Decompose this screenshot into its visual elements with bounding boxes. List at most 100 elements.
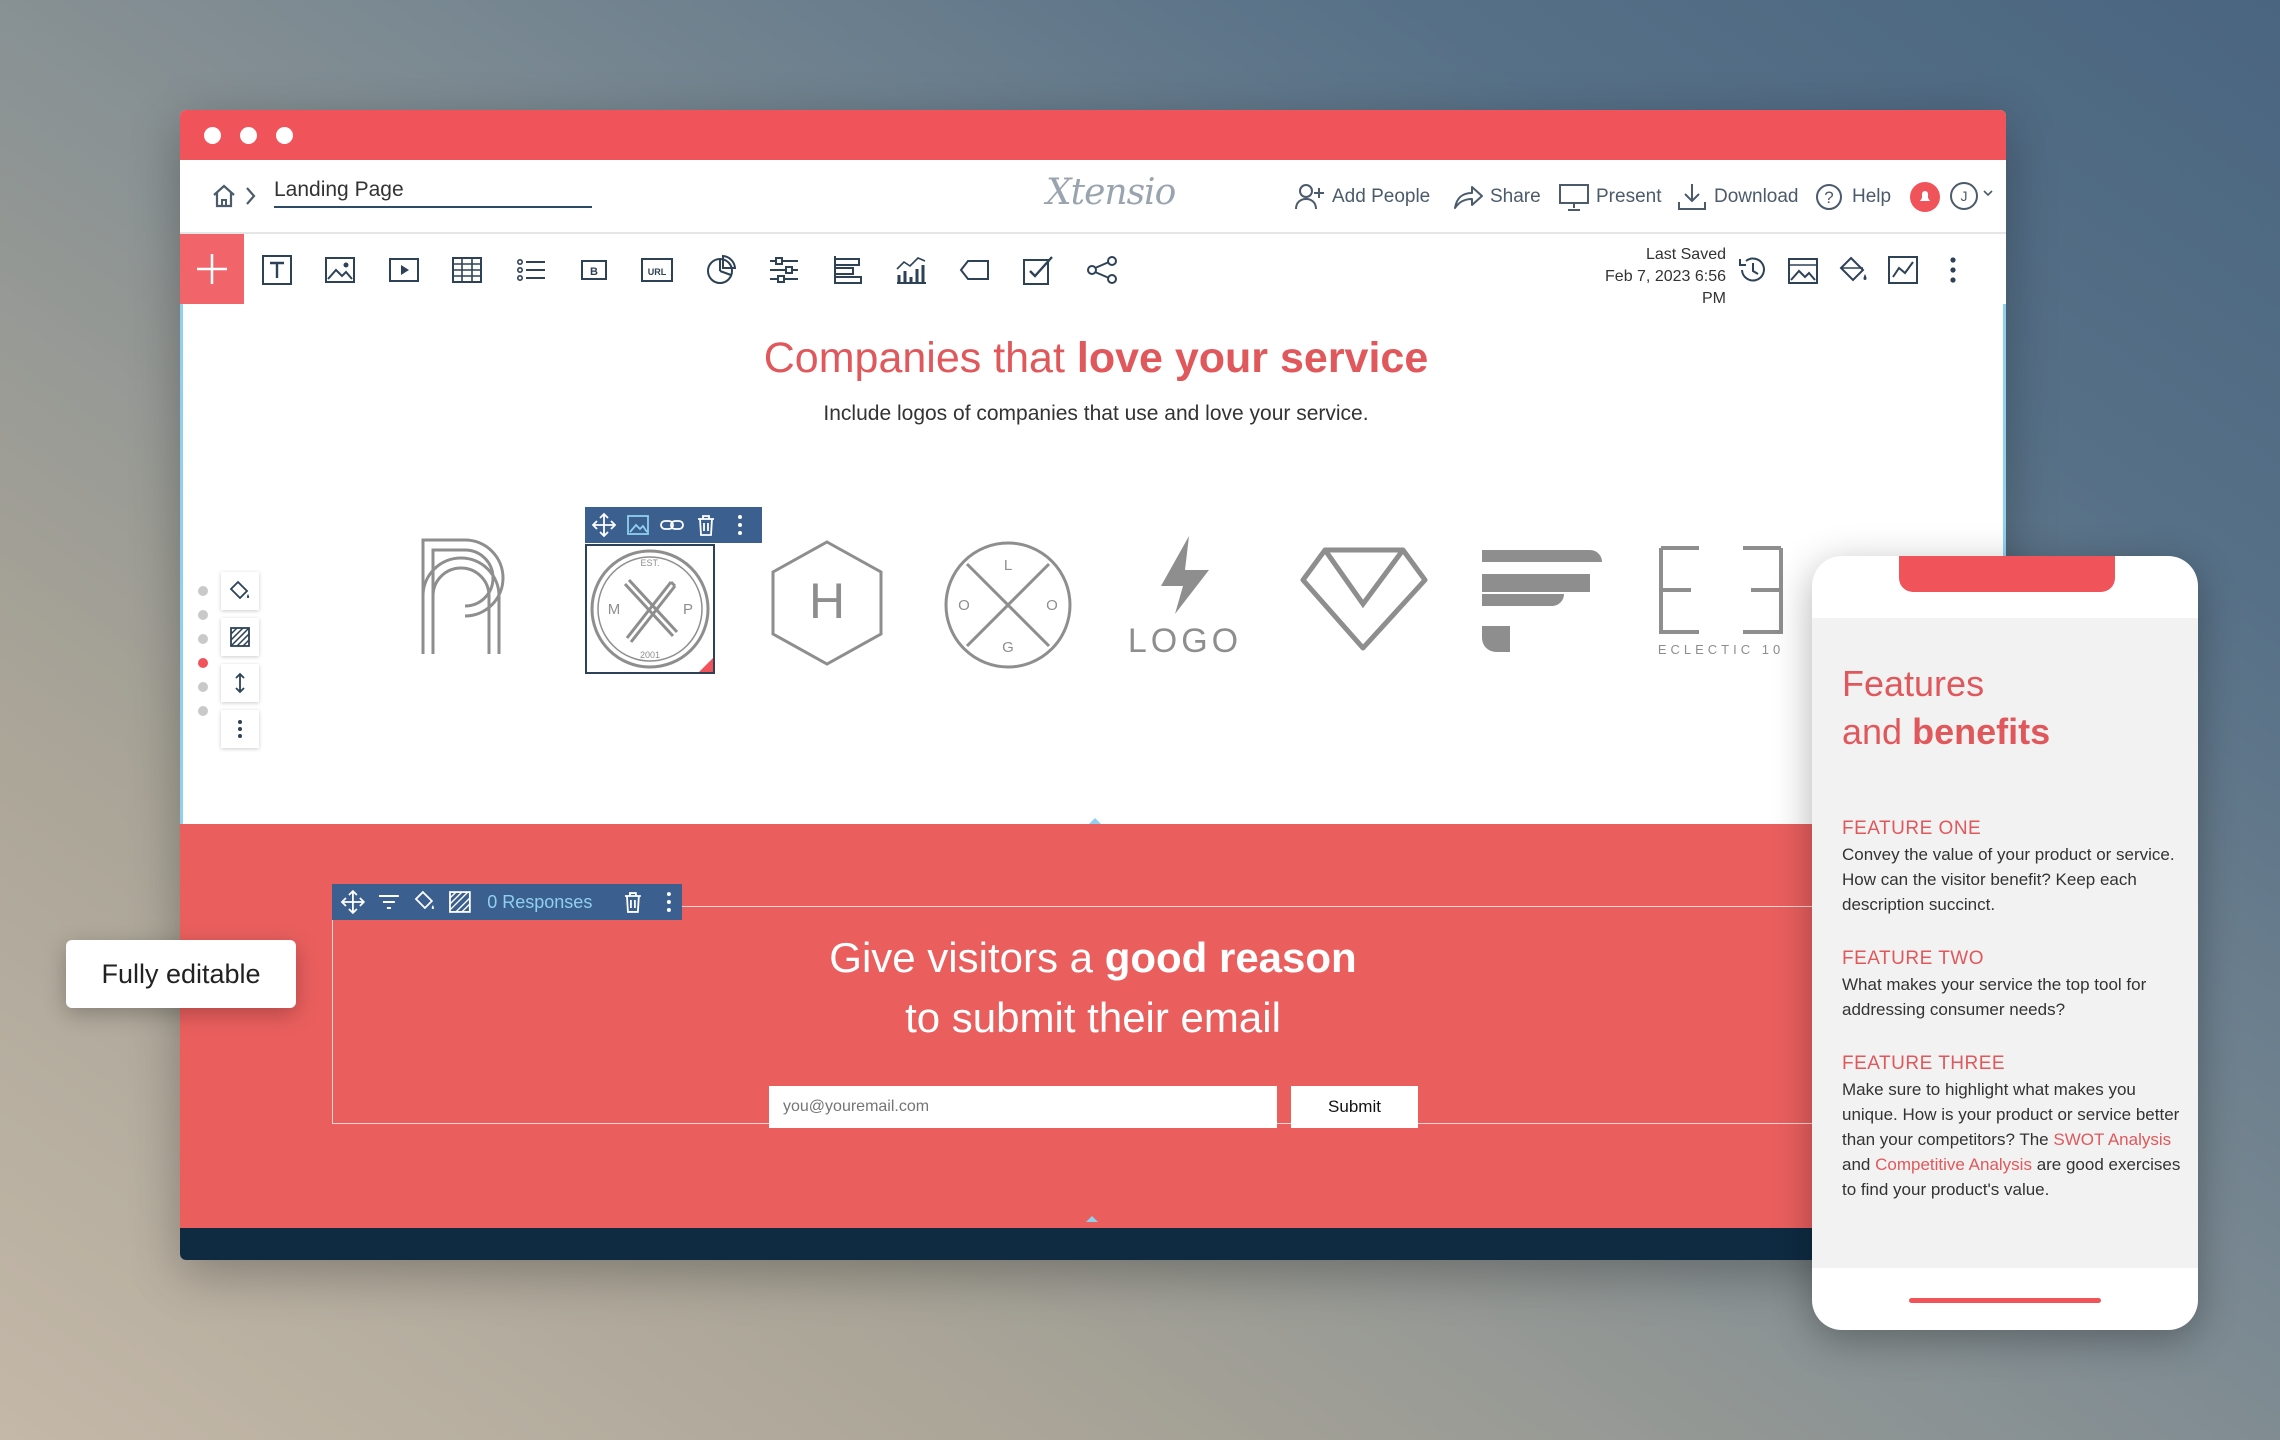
swot-analysis-link[interactable]: SWOT Analysis (2053, 1130, 2171, 1149)
svg-text:B: B (590, 266, 598, 278)
responses-count[interactable]: 0 Responses (487, 892, 610, 913)
notification-bell-icon[interactable] (1910, 182, 1940, 212)
filter-icon[interactable] (376, 889, 402, 915)
logo-diamond-image[interactable] (1299, 544, 1429, 659)
email-section-title-line2[interactable]: to submit their email (180, 994, 2006, 1042)
image-tool-icon[interactable] (320, 250, 360, 290)
brand-logo: Xtensio (1046, 172, 1176, 213)
title-light: Give visitors a (829, 934, 1094, 981)
window-dot-maximize[interactable] (276, 127, 293, 144)
email-section-title-line1[interactable]: Give visitors a good reason (180, 934, 2006, 982)
email-section[interactable]: 0 Responses Give visitors a good reason … (180, 824, 2006, 1240)
history-icon[interactable] (1733, 250, 1773, 290)
url-tool-icon[interactable]: URL (637, 250, 677, 290)
move-icon[interactable] (340, 889, 366, 915)
section-nav-dot-active[interactable] (198, 658, 208, 668)
form-element-toolbar: 0 Responses (332, 884, 682, 920)
svg-text:URL: URL (648, 267, 667, 277)
share-arrow-icon (1454, 186, 1483, 209)
analytics-icon[interactable] (1883, 250, 1923, 290)
logo-bolt-image[interactable]: LOGO (1127, 532, 1243, 667)
feature-one-title: FEATURE ONE (1842, 818, 1982, 839)
trash-icon[interactable] (620, 889, 646, 915)
phone-home-bar (1909, 1298, 2101, 1303)
form-tool-icon[interactable] (1018, 250, 1058, 290)
logos-section-title[interactable]: Companies that love your service (183, 334, 2006, 383)
add-people-button[interactable]: Add People (1294, 182, 1430, 212)
help-icon: ? (1816, 184, 1842, 210)
fully-editable-badge: Fully editable (66, 940, 296, 1008)
table-tool-icon[interactable] (447, 250, 487, 290)
help-button[interactable]: ? Help (1814, 182, 1891, 212)
logo-h-letter: H (809, 573, 845, 629)
submit-button[interactable]: Submit (1291, 1086, 1418, 1128)
present-button[interactable]: Present (1558, 182, 1661, 212)
more-vertical-icon[interactable] (1933, 250, 1973, 290)
logo-r-image[interactable] (415, 530, 525, 665)
tag-tool-icon[interactable] (955, 250, 995, 290)
paint-bucket-icon[interactable] (412, 889, 438, 915)
video-tool-icon[interactable] (384, 250, 424, 290)
feature-three-desc: Make sure to highlight what makes you un… (1842, 1077, 2182, 1202)
footer-section[interactable] (180, 1228, 2006, 1260)
page-title-input[interactable]: Landing Page (274, 178, 592, 208)
share-nodes-tool-icon[interactable] (1082, 250, 1122, 290)
section-nav-dot[interactable] (198, 586, 208, 596)
text-tool-icon[interactable] (257, 250, 297, 290)
logo-circle-l: L (1004, 557, 1012, 574)
add-people-label: Add People (1332, 186, 1431, 207)
logo-ee-text: ECLECTIC 10 (1658, 642, 1784, 657)
logo-h-image[interactable]: H (769, 538, 885, 673)
section-nav-dot[interactable] (198, 682, 208, 692)
download-icon (1678, 184, 1706, 210)
add-element-button[interactable] (180, 234, 244, 304)
background-image-icon[interactable] (1783, 250, 1823, 290)
more-vertical-icon[interactable] (727, 512, 753, 538)
window-dot-close[interactable] (204, 127, 221, 144)
sliders-tool-icon[interactable] (764, 250, 804, 290)
logo-circle-image[interactable]: L O O G (943, 540, 1073, 675)
section-paint-icon[interactable] (221, 572, 259, 610)
section-nav-dot[interactable] (198, 610, 208, 620)
email-input[interactable] (769, 1086, 1277, 1128)
window-dot-minimize[interactable] (240, 127, 257, 144)
logo-mp-selected[interactable]: EST. M P 2001 (585, 544, 715, 674)
feature-two-title: FEATURE TWO (1842, 948, 1985, 969)
more-vertical-icon[interactable] (656, 889, 682, 915)
logo-ee-image[interactable]: ECLECTIC 10 (1655, 540, 1789, 665)
paint-bucket-icon[interactable] (1833, 250, 1873, 290)
logo-mp-est: EST. (640, 558, 659, 568)
home-icon[interactable] (210, 182, 238, 215)
trash-icon[interactable] (693, 512, 719, 538)
logo-f-image[interactable] (1480, 540, 1604, 665)
pie-chart-tool-icon[interactable] (701, 250, 741, 290)
move-icon[interactable] (591, 512, 617, 538)
link-icon[interactable] (659, 512, 685, 538)
section-resize-icon[interactable] (221, 664, 259, 702)
pattern-icon[interactable] (447, 889, 473, 915)
bar-align-tool-icon[interactable] (828, 250, 868, 290)
replace-image-icon[interactable] (625, 512, 651, 538)
avatar[interactable]: J (1950, 182, 1978, 210)
window-titlebar (180, 110, 2006, 160)
chevron-down-icon[interactable] (1982, 186, 1994, 204)
section-more-icon[interactable] (221, 710, 259, 748)
logo-circle-o1: O (958, 597, 970, 614)
editor-window: Landing Page Xtensio Add People Share Pr… (180, 110, 2006, 1260)
section-nav-dot[interactable] (198, 706, 208, 716)
svg-text:?: ? (1824, 188, 1833, 207)
list-tool-icon[interactable] (511, 250, 551, 290)
section-pattern-icon[interactable] (221, 618, 259, 656)
section-nav-dot[interactable] (198, 634, 208, 644)
phone-title-line1: Features (1842, 663, 1985, 704)
download-button[interactable]: Download (1676, 182, 1799, 212)
logos-section-subtitle[interactable]: Include logos of companies that use and … (183, 402, 2006, 426)
line-chart-tool-icon[interactable] (891, 250, 931, 290)
button-tool-icon[interactable]: B (574, 250, 614, 290)
present-label: Present (1596, 186, 1662, 207)
share-button[interactable]: Share (1452, 182, 1541, 212)
phone-title-light: and (1842, 711, 1903, 752)
logos-section[interactable]: Companies that love your service Include… (180, 304, 2006, 842)
competitive-analysis-link[interactable]: Competitive Analysis (1875, 1155, 2032, 1174)
share-label: Share (1490, 186, 1541, 207)
